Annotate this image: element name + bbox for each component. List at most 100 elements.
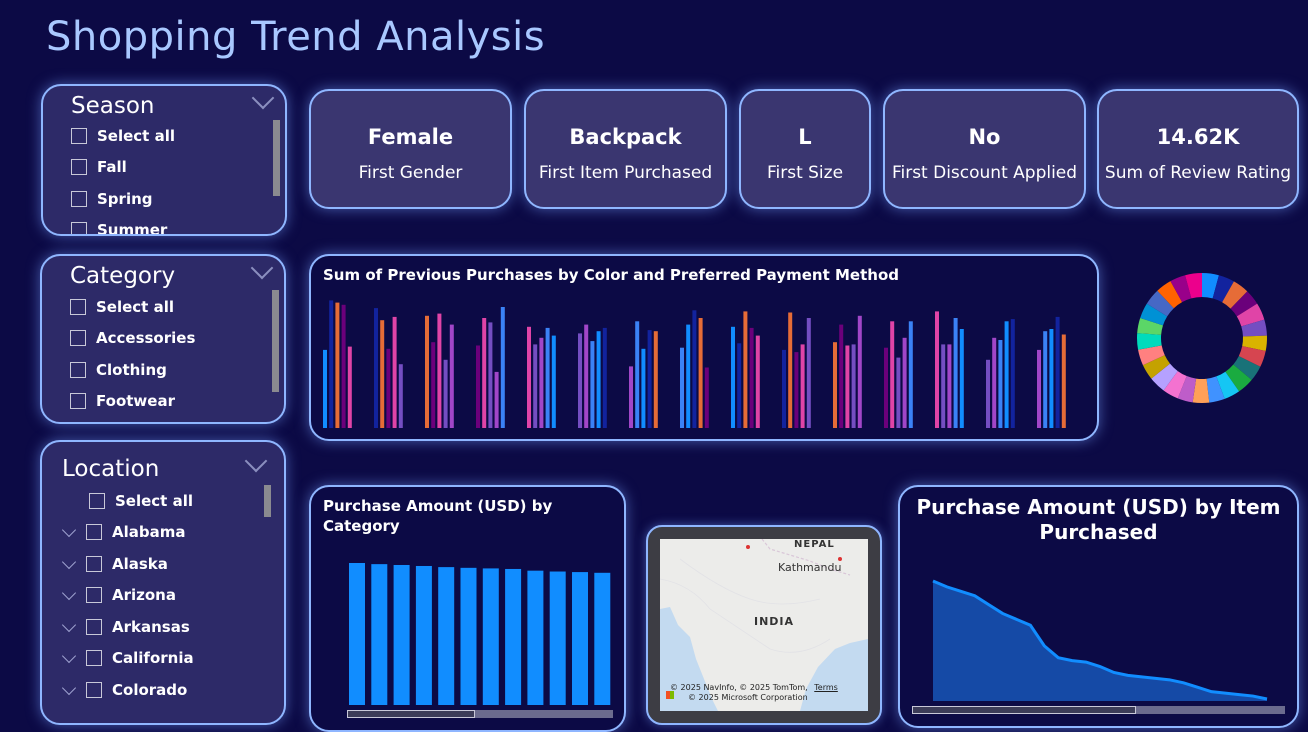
bar[interactable]: [635, 321, 640, 428]
bar[interactable]: [833, 342, 837, 428]
bar[interactable]: [692, 310, 697, 428]
chevron-down-icon[interactable]: [250, 256, 274, 280]
checkbox[interactable]: [86, 555, 102, 572]
location-option-alaska[interactable]: Alaska: [61, 548, 194, 580]
expand-chevron-icon[interactable]: [61, 649, 77, 664]
bar[interactable]: [590, 341, 595, 428]
bar[interactable]: [482, 318, 487, 428]
bar[interactable]: [527, 570, 544, 705]
bar[interactable]: [539, 337, 544, 428]
bar[interactable]: [572, 572, 588, 705]
horizontal-scrollbar[interactable]: [347, 710, 613, 718]
checkbox[interactable]: [70, 298, 86, 315]
bar[interactable]: [998, 340, 1003, 428]
donut-chart[interactable]: [1132, 268, 1272, 408]
bar[interactable]: [839, 324, 844, 428]
bar[interactable]: [335, 302, 340, 428]
category-scrollbar[interactable]: [272, 290, 279, 392]
bar[interactable]: [896, 357, 901, 428]
bar[interactable]: [935, 311, 939, 428]
category-option-clothing[interactable]: Clothing: [70, 354, 195, 386]
bar[interactable]: [1061, 334, 1066, 429]
checkbox[interactable]: [70, 361, 86, 378]
bar[interactable]: [347, 346, 352, 428]
bar[interactable]: [329, 300, 334, 428]
season-option-fall[interactable]: Fall: [71, 152, 175, 184]
category-amount-chart[interactable]: Purchase Amount (USD) by Category: [309, 485, 626, 732]
bar[interactable]: [1037, 349, 1041, 428]
map-terms-link[interactable]: Terms: [814, 683, 838, 692]
bar[interactable]: [941, 344, 946, 428]
season-option-summer[interactable]: Summer: [71, 215, 175, 234]
bar[interactable]: [737, 343, 742, 428]
bar[interactable]: [884, 347, 888, 428]
bar[interactable]: [947, 344, 952, 428]
bar[interactable]: [349, 563, 365, 705]
bar[interactable]: [437, 313, 442, 428]
bar[interactable]: [629, 366, 633, 428]
bar[interactable]: [494, 371, 499, 428]
bar[interactable]: [647, 330, 652, 428]
bar[interactable]: [851, 344, 856, 428]
bar[interactable]: [602, 327, 607, 428]
bar[interactable]: [959, 329, 964, 428]
bar[interactable]: [704, 367, 709, 429]
bar[interactable]: [698, 318, 703, 428]
bar[interactable]: [596, 331, 601, 428]
bar[interactable]: [505, 568, 522, 705]
bar[interactable]: [953, 318, 958, 428]
bar[interactable]: [431, 342, 436, 428]
bar[interactable]: [584, 324, 589, 428]
season-scrollbar[interactable]: [273, 120, 280, 196]
bar[interactable]: [374, 308, 378, 428]
season-option-spring[interactable]: Spring: [71, 183, 175, 215]
bar[interactable]: [438, 567, 455, 705]
bar[interactable]: [386, 348, 391, 428]
bar[interactable]: [653, 331, 658, 428]
category-option-select-all[interactable]: Select all: [70, 291, 195, 323]
scrollbar-thumb[interactable]: [347, 710, 475, 718]
bar[interactable]: [800, 344, 805, 428]
bar[interactable]: [323, 349, 327, 428]
bar[interactable]: [460, 567, 477, 705]
checkbox[interactable]: [89, 492, 105, 509]
bar[interactable]: [392, 316, 397, 428]
chevron-down-icon[interactable]: [251, 86, 275, 110]
expand-chevron-icon[interactable]: [61, 586, 77, 601]
checkbox[interactable]: [86, 587, 102, 604]
checkbox[interactable]: [86, 524, 102, 541]
bar[interactable]: [533, 344, 538, 428]
bar[interactable]: [488, 322, 493, 428]
bar[interactable]: [782, 349, 786, 428]
checkbox[interactable]: [86, 650, 102, 667]
bar[interactable]: [393, 564, 410, 705]
bar[interactable]: [731, 326, 735, 428]
checkbox[interactable]: [71, 190, 87, 207]
bar[interactable]: [1055, 316, 1060, 428]
bar[interactable]: [680, 347, 684, 428]
item-amount-chart[interactable]: Purchase Amount (USD) by Item Purchased: [898, 485, 1299, 728]
expand-chevron-icon[interactable]: [61, 680, 77, 695]
bar[interactable]: [1043, 331, 1048, 428]
location-option-colorado[interactable]: Colorado: [61, 674, 194, 706]
scrollbar-thumb[interactable]: [912, 706, 1136, 714]
bar[interactable]: [749, 327, 754, 428]
bar[interactable]: [449, 324, 454, 428]
bar[interactable]: [398, 364, 403, 428]
checkbox[interactable]: [71, 222, 87, 234]
bar[interactable]: [755, 335, 760, 428]
chevron-down-icon[interactable]: [244, 449, 268, 473]
expand-chevron-icon[interactable]: [61, 554, 77, 569]
season-option-select-all[interactable]: Select all: [71, 120, 175, 152]
map-view[interactable]: NEPAL Kathmandu INDIA © 2025 NavInfo, © …: [660, 539, 868, 711]
bar[interactable]: [527, 326, 531, 428]
category-option-footwear[interactable]: Footwear: [70, 386, 195, 418]
checkbox[interactable]: [86, 681, 102, 698]
checkbox[interactable]: [70, 393, 86, 410]
bar[interactable]: [641, 348, 646, 428]
bar[interactable]: [992, 337, 997, 428]
checkbox[interactable]: [86, 618, 102, 635]
bar[interactable]: [500, 307, 505, 428]
bar[interactable]: [686, 324, 691, 428]
previous-purchases-chart[interactable]: Sum of Previous Purchases by Color and P…: [309, 254, 1099, 441]
